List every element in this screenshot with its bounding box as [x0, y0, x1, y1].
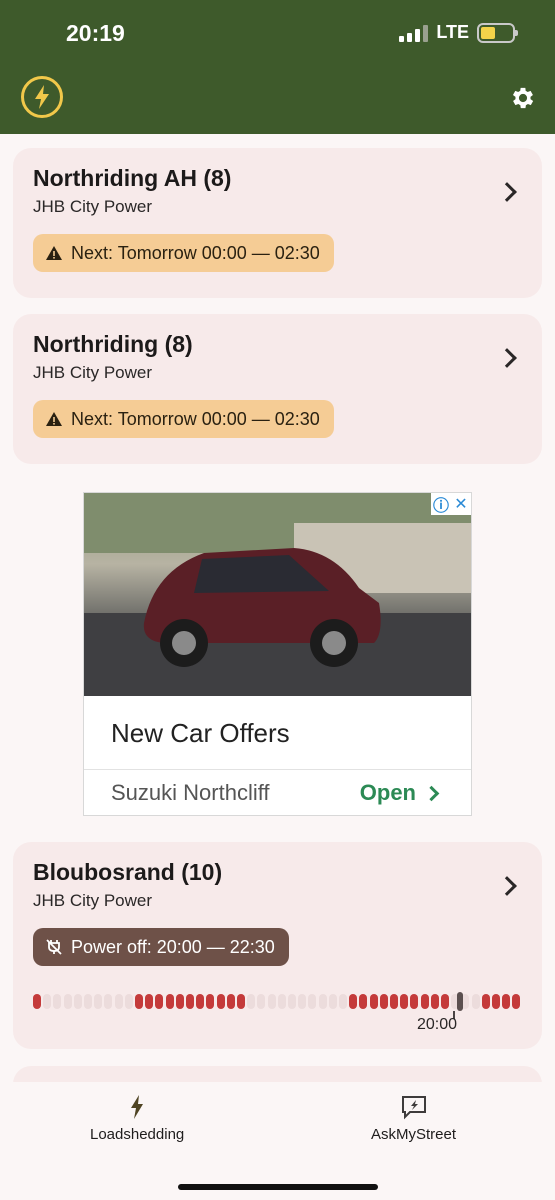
timeline-slot: [165, 994, 174, 1009]
timeline-slot: [33, 994, 41, 1009]
badge-text: Next: Tomorrow 00:00 — 02:30: [71, 242, 320, 263]
timeline-slot: [63, 994, 72, 1009]
warning-icon: [46, 246, 62, 260]
area-name: Northriding (8): [33, 331, 193, 357]
area-card[interactable]: Northriding AH (8) JHB City Power Next: …: [13, 148, 542, 298]
nav-label: AskMyStreet: [371, 1126, 457, 1143]
next-schedule-badge: Next: Tomorrow 00:00 — 02:30: [33, 234, 334, 272]
power-off-badge: Power off: 20:00 — 22:30: [33, 928, 289, 966]
area-provider: JHB City Power: [33, 363, 153, 382]
area-name: Bloubosrand (10): [33, 859, 223, 885]
status-time: 20:19: [66, 20, 125, 46]
timeline-slot: [43, 994, 52, 1009]
timeline-slot: [94, 994, 103, 1009]
status-indicators: LTE: [399, 22, 518, 43]
close-icon[interactable]: ✕: [451, 493, 471, 515]
timeline-slot: [298, 994, 307, 1009]
chevron-right-icon: [423, 785, 440, 801]
area-provider: JHB City Power: [33, 197, 153, 216]
timeline-slot: [441, 994, 449, 1009]
area-provider: JHB City Power: [33, 891, 153, 910]
area-card[interactable]: Northriding (8) JHB City Power Next: Tom…: [13, 314, 542, 464]
timeline-slot: [175, 994, 184, 1009]
timeline-slot: [257, 994, 266, 1009]
timeline-slot: [206, 994, 215, 1009]
next-schedule-badge: Next: Tomorrow 00:00 — 02:30: [33, 400, 334, 438]
timeline-slot: [512, 994, 521, 1009]
timeline-slot: [84, 994, 92, 1009]
timeline-slot: [349, 994, 358, 1009]
timeline-slot: [267, 994, 276, 1009]
bottom-nav: Loadshedding AskMyStreet: [0, 1082, 555, 1200]
timeline-slot: [430, 994, 439, 1009]
lightning-icon: [131, 1095, 144, 1119]
timeline-slot: [359, 994, 368, 1009]
timeline-slot: [288, 994, 296, 1009]
timeline-slot: [53, 994, 62, 1009]
chevron-right-icon: [497, 348, 517, 368]
divider: [84, 769, 471, 770]
timeline-slot: [226, 994, 235, 1009]
timeline-slot: [420, 994, 429, 1009]
ad-advertiser: Suzuki Northcliff: [111, 780, 270, 805]
timeline-slot: [73, 994, 82, 1009]
ad-open-button[interactable]: Open: [359, 780, 440, 806]
timeline-slot: [379, 994, 388, 1009]
timeline-slot: [339, 994, 347, 1009]
lightning-icon[interactable]: [21, 76, 63, 118]
signal-icon: [399, 24, 429, 42]
timeline-slot: [237, 994, 245, 1009]
network-label: LTE: [436, 22, 469, 42]
current-time-marker: [457, 992, 463, 1011]
gear-icon[interactable]: [509, 84, 537, 112]
ad-open-label: Open: [359, 780, 416, 805]
badge-text: Next: Tomorrow 00:00 — 02:30: [71, 408, 320, 429]
timeline-slot: [145, 994, 154, 1009]
timeline-slot: [390, 994, 398, 1009]
timeline-slot: [247, 994, 256, 1009]
timeline-time-label: 20:00: [417, 1016, 458, 1033]
timeline-slot: [114, 994, 123, 1009]
timeline-slot: [481, 994, 490, 1009]
ad-car-image: [84, 493, 471, 696]
timeline-slot: [124, 994, 133, 1009]
timeline-slot: [318, 994, 327, 1009]
timeline-slot: [492, 994, 500, 1009]
timeline-slot: [471, 994, 480, 1009]
timeline-slot: [196, 994, 205, 1009]
ad-choices[interactable]: ⓘ ✕: [431, 493, 471, 515]
timeline-slot: [216, 994, 225, 1009]
timeline-slot: [277, 994, 286, 1009]
info-icon[interactable]: ⓘ: [431, 493, 451, 515]
timeline-slot: [308, 994, 317, 1009]
timeline-slot: [502, 994, 511, 1009]
timeline-slot: [369, 994, 378, 1009]
plug-off-icon: [46, 939, 62, 955]
area-card[interactable]: Bloubosrand (10) JHB City Power Power of…: [13, 842, 542, 1049]
timeline-slot: [400, 994, 409, 1009]
badge-text: Power off: 20:00 — 22:30: [71, 936, 275, 957]
app-header: 20:19 LTE: [0, 0, 555, 134]
timeline-slot: [410, 994, 419, 1009]
home-indicator: [178, 1184, 378, 1190]
nav-askmystreet[interactable]: AskMyStreet: [371, 1094, 456, 1143]
battery-icon: [477, 22, 518, 43]
timeline-slot: [155, 994, 164, 1009]
chat-lightning-icon: [401, 1096, 426, 1120]
timeline-slot: [104, 994, 113, 1009]
warning-icon: [46, 412, 62, 426]
timeline-slot: [328, 994, 337, 1009]
timeline-slot: [186, 994, 194, 1009]
nav-loadshedding[interactable]: Loadshedding: [90, 1094, 184, 1143]
ad-banner[interactable]: ⓘ ✕ New Car Offers Suzuki Northcliff Ope…: [83, 492, 472, 816]
area-name: Northriding AH (8): [33, 165, 232, 191]
nav-label: Loadshedding: [90, 1126, 185, 1143]
ad-headline: New Car Offers: [111, 718, 290, 748]
chevron-right-icon: [497, 182, 517, 202]
schedule-timeline: [33, 992, 523, 1019]
chevron-right-icon: [497, 876, 517, 896]
timeline-slot: [135, 994, 143, 1009]
